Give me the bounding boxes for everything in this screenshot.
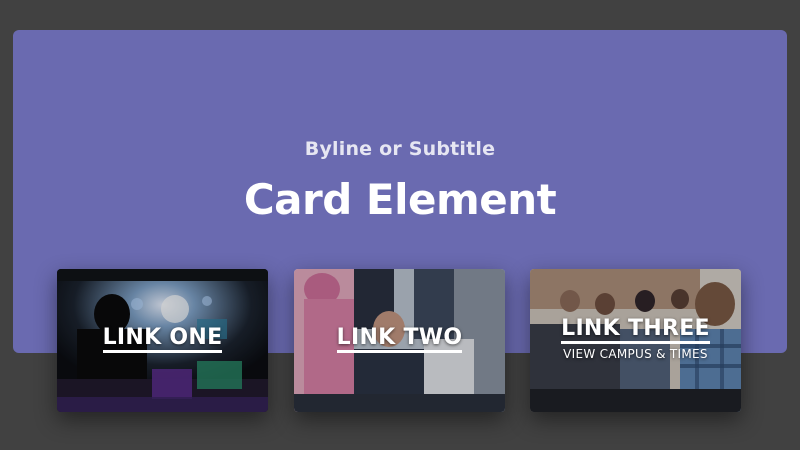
link-card-two[interactable]: LINK TWO — [294, 269, 505, 412]
card-title: Card Element — [243, 175, 557, 224]
byline: Byline or Subtitle — [304, 138, 496, 160]
link-three-sublabel[interactable]: VIEW CAMPUS & TIMES — [530, 347, 741, 361]
link-one-label[interactable]: LINK ONE — [57, 325, 268, 353]
link-card-one[interactable]: LINK ONE — [57, 269, 268, 412]
link-three-label[interactable]: LINK THREE — [530, 316, 741, 344]
link-two-label[interactable]: LINK TWO — [294, 325, 505, 353]
link-card-three[interactable]: LINK THREE VIEW CAMPUS & TIMES — [530, 269, 741, 412]
